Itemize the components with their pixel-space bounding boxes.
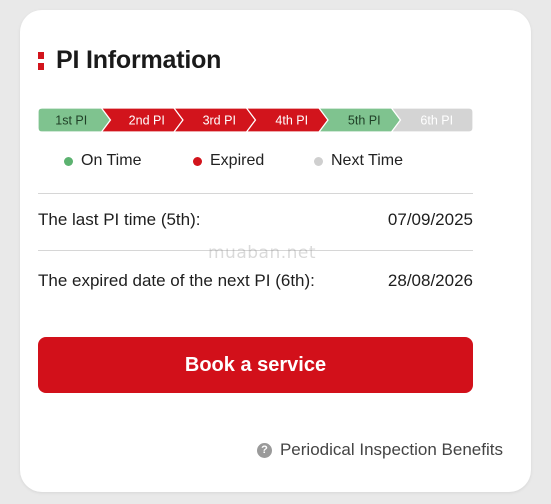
gray-dot-icon [314, 156, 323, 166]
status-legend: On Time Expired Next Time [38, 152, 473, 172]
pi-stepper-graphic: 1st PI 2nd PI 3rd PI 4th PI 5th PI 6th PI [38, 108, 473, 132]
divider [38, 193, 473, 194]
next-pi-label: The expired date of the next PI (6th): [38, 271, 315, 290]
stepper-label-6: 6th PI [420, 114, 453, 128]
help-icon: ? [256, 442, 272, 458]
stepper-label-2: 2nd PI [129, 114, 165, 128]
legend-on-time-label: On Time [81, 152, 142, 169]
last-pi-row: The last PI time (5th): 07/09/2025 [38, 209, 473, 233]
stepper-label-4: 4th PI [275, 114, 308, 128]
green-dot-icon [64, 156, 73, 166]
card-title: PI Information [56, 46, 222, 74]
watermark-logo: muaban.net [208, 243, 317, 263]
legend-expired-label: Expired [210, 152, 265, 169]
next-pi-row: The expired date of the next PI (6th): 2… [38, 270, 473, 316]
legend-next-time: Next Time [314, 152, 403, 170]
legend-expired: Expired [193, 152, 264, 170]
stepper-label-5: 5th PI [348, 114, 381, 128]
last-pi-value: 07/09/2025 [387, 210, 473, 229]
pi-stepper: 1st PI 2nd PI 3rd PI 4th PI 5th PI 6th PI [38, 108, 473, 132]
title-accent-icon [38, 51, 44, 70]
inspection-benefits-link[interactable]: ? Periodical Inspection Benefits [256, 440, 503, 460]
legend-on-time: On Time [64, 152, 141, 170]
last-pi-label: The last PI time (5th): [38, 210, 201, 229]
inspection-benefits-label: Periodical Inspection Benefits [279, 440, 503, 459]
card-header: PI Information [38, 46, 221, 75]
next-pi-value: 28/08/2026 [387, 271, 473, 290]
stepper-label-1: 1st PI [55, 114, 87, 128]
red-dot-icon [193, 156, 202, 166]
legend-next-time-label: Next Time [331, 152, 404, 169]
stepper-label-3: 3rd PI [203, 114, 236, 128]
book-service-button[interactable]: Book a service [38, 337, 473, 393]
